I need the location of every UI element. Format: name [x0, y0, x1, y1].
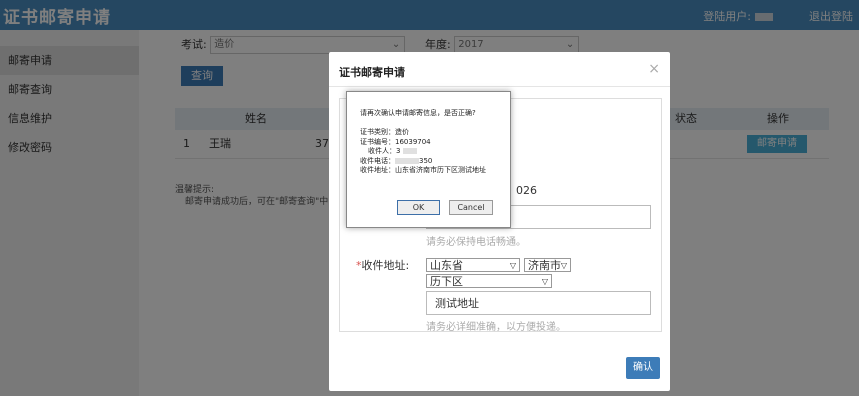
dialog-details: 证书类别：造价 证书编号：16039704 收件人：3 收件电话： 350 收件地…	[360, 128, 486, 176]
chevron-down-icon: ▽	[509, 261, 516, 270]
phone-value-partial: 026	[516, 184, 537, 197]
confirm-dialog: 请再次确认申请邮寄信息，是否正确? 证书类别：造价 证书编号：16039704 …	[346, 91, 511, 228]
city-select[interactable]: 济南市 ▽	[524, 258, 571, 272]
dialog-question: 请再次确认申请邮寄信息，是否正确?	[360, 109, 476, 117]
redacted-block	[402, 148, 417, 154]
address-label: *收件地址:	[356, 259, 410, 272]
modal-title: 证书邮寄申请	[339, 66, 405, 79]
modal-divider	[329, 86, 670, 87]
close-icon[interactable]: ×	[648, 61, 660, 77]
cancel-button[interactable]: Cancel	[449, 200, 493, 215]
confirm-button[interactable]: 确认	[626, 357, 660, 379]
dialog-address: 收件地址：山东省济南市历下区测试地址	[360, 166, 486, 174]
redacted-block	[395, 157, 419, 164]
dialog-recipient: 收件人：3	[360, 147, 486, 157]
ok-button[interactable]: OK	[397, 200, 440, 215]
district-select[interactable]: 历下区 ▽	[426, 274, 552, 288]
dialog-cert-no: 证书编号：16039704	[360, 137, 431, 146]
address-help: 请务必详细准确，以方便投递。	[426, 322, 566, 333]
address-input[interactable]: 测试地址	[426, 291, 651, 315]
phone-help: 请务必保持电话畅通。	[426, 237, 526, 248]
chevron-down-icon: ▽	[560, 261, 567, 270]
chevron-down-icon: ▽	[541, 277, 548, 286]
dialog-cert-type: 证书类别：造价	[360, 128, 409, 136]
province-select[interactable]: 山东省 ▽	[426, 258, 520, 272]
dialog-phone: 收件电话： 350	[360, 156, 433, 165]
